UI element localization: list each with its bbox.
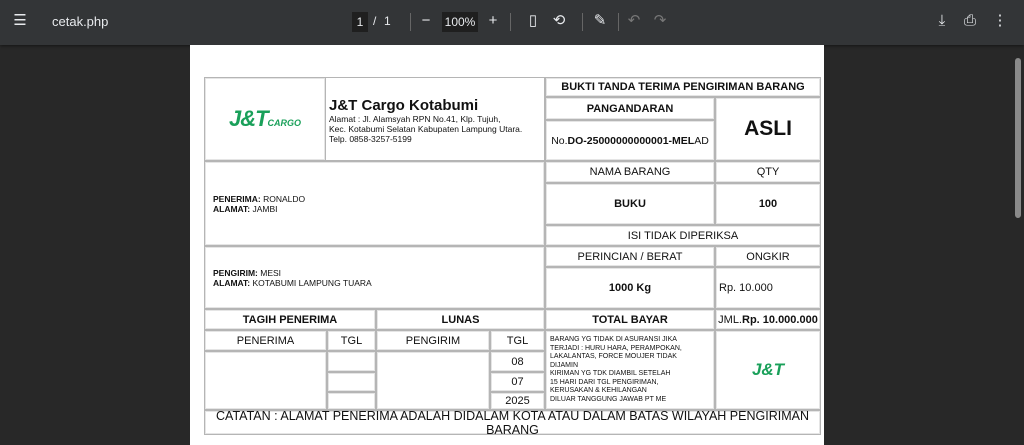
company-name: J&T Cargo Kotabumi xyxy=(329,97,479,114)
date-year: 2025 xyxy=(490,392,545,410)
annotate-icon[interactable]: ✎ xyxy=(590,11,610,31)
rotate-icon[interactable]: ⟲ xyxy=(549,11,569,31)
divider xyxy=(510,13,511,31)
sender-info: PENGIRIM: MESI ALAMAT: KOTABUMI LAMPUNG T… xyxy=(204,246,545,309)
divider xyxy=(582,13,583,31)
qty-header: QTY xyxy=(715,161,821,183)
receipt-number: No. DO-25000000000001-MEL AD xyxy=(545,120,715,161)
catatan: CATATAN : ALAMAT PENERIMA ADALAH DIDALAM… xyxy=(204,409,821,437)
tgl-header: TGL xyxy=(490,330,545,351)
penerima-signature xyxy=(204,351,327,410)
page-separator: / xyxy=(373,14,377,28)
undo-icon[interactable]: ↶ xyxy=(624,11,644,31)
sign-pengirim-header: PENGIRIM xyxy=(376,330,490,351)
ongkir-value: Rp. 10.000 xyxy=(715,267,821,309)
address-line: Alamat : Jl. Alamsyah RPN No.41, Klp. Tu… xyxy=(329,114,501,124)
document-title: cetak.php xyxy=(52,14,109,29)
pdf-toolbar: ☰ cetak.php 1 / 1 − 100% + ▯ ⟲ ✎ ↶ ↷ ⤓ ⎙… xyxy=(0,0,1024,45)
page-number-input[interactable]: 1 xyxy=(352,12,368,32)
jt-logo: J&T xyxy=(751,360,785,379)
detail-header: PERINCIAN / BERAT xyxy=(545,246,715,267)
logo-sub: CARGO xyxy=(267,118,302,128)
divider xyxy=(618,13,619,31)
copy-label: ASLI xyxy=(715,97,821,161)
receipt-title: BUKTI TANDA TERIMA PENGIRIMAN BARANG xyxy=(545,77,821,97)
phone: Telp. 0858-3257-5199 xyxy=(329,134,412,144)
logo-cell: J&T CARGO xyxy=(204,77,326,161)
fit-page-icon[interactable]: ▯ xyxy=(523,11,543,31)
sign-penerima-header: PENERIMA xyxy=(204,330,327,351)
pengirim-signature xyxy=(376,351,490,410)
jt-cargo-logo: J&T xyxy=(228,106,269,131)
menu-icon[interactable]: ☰ xyxy=(10,11,30,31)
goods-weight: 1000 Kg xyxy=(545,267,715,309)
tgl-cell xyxy=(327,372,376,392)
divider xyxy=(410,13,411,31)
ongkir-header: ONGKIR xyxy=(715,246,821,267)
address-line: Kec. Kotabumi Selatan Kabupaten Lampung … xyxy=(329,124,523,134)
tagih-penerima: TAGIH PENERIMA xyxy=(204,309,376,330)
tgl-cell xyxy=(327,392,376,410)
page-total: 1 xyxy=(384,14,391,28)
goods-name-header: NAMA BARANG xyxy=(545,161,715,183)
more-icon[interactable]: ⋮ xyxy=(990,11,1010,31)
destination: PANGANDARAN xyxy=(545,97,715,120)
recipient-info: PENERIMA: RONALDO ALAMAT: JAMBI xyxy=(204,161,545,246)
zoom-in-button[interactable]: + xyxy=(483,11,503,31)
tgl-header: TGL xyxy=(327,330,376,351)
scrollbar[interactable] xyxy=(1015,58,1021,218)
goods-qty: 100 xyxy=(715,183,821,225)
download-icon[interactable]: ⤓ xyxy=(932,11,952,31)
goods-name: BUKU xyxy=(545,183,715,225)
print-icon[interactable]: ⎙ xyxy=(960,11,980,31)
zoom-out-button[interactable]: − xyxy=(416,11,436,31)
goods-note: ISI TIDAK DIPERIKSA xyxy=(545,225,821,246)
lunas: LUNAS xyxy=(376,309,545,330)
total-value: JML. Rp. 10.000.000 xyxy=(715,309,821,330)
footer-logo-cell: J&T xyxy=(715,330,821,410)
company-info: J&T Cargo Kotabumi Alamat : Jl. Alamsyah… xyxy=(326,77,545,161)
redo-icon[interactable]: ↷ xyxy=(650,11,670,31)
date-month: 07 xyxy=(490,372,545,392)
date-day: 08 xyxy=(490,351,545,372)
zoom-input[interactable]: 100% xyxy=(442,12,478,32)
total-label: TOTAL BAYAR xyxy=(545,309,715,330)
disclaimer: BARANG YG TIDAK DI ASURANSI JIKA TERJADI … xyxy=(545,330,715,410)
tgl-cell xyxy=(327,351,376,372)
